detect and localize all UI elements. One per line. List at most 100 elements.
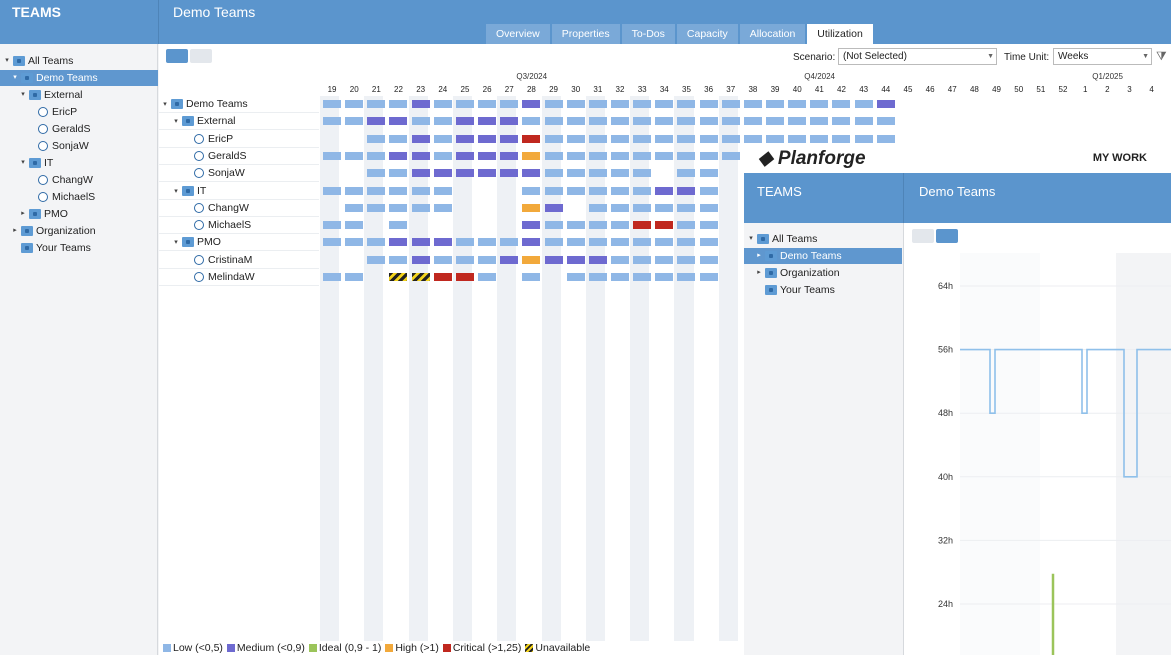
tab-capacity[interactable]: Capacity <box>676 24 738 44</box>
utilization-cell[interactable] <box>323 238 341 247</box>
utilization-cell[interactable] <box>544 151 563 160</box>
utilization-cell[interactable] <box>633 238 652 247</box>
utilization-cell[interactable] <box>566 100 585 108</box>
utilization-cell[interactable] <box>655 203 674 212</box>
utilization-cell[interactable] <box>455 255 474 264</box>
utilization-cell[interactable] <box>367 117 386 126</box>
chevron-down-icon[interactable]: ▾ <box>11 70 19 86</box>
utilization-cell[interactable] <box>433 273 452 281</box>
tree-item-demo-teams[interactable]: ▾ Demo Teams <box>0 70 158 86</box>
utilization-cell[interactable] <box>810 100 829 108</box>
utilization-cell[interactable] <box>433 100 452 108</box>
utilization-cell[interactable] <box>455 169 474 178</box>
utilization-cell[interactable] <box>389 203 408 212</box>
utilization-cell[interactable] <box>478 255 497 264</box>
tree-item-sonjaw[interactable]: SonjaW <box>27 138 89 154</box>
utilization-cell[interactable] <box>633 169 652 178</box>
utilization-cell[interactable] <box>633 134 652 143</box>
utilization-cell[interactable] <box>610 134 629 143</box>
utilization-cell[interactable] <box>699 169 718 178</box>
utilization-cell[interactable] <box>478 238 497 247</box>
chevron-down-icon[interactable]: ▾ <box>3 53 11 69</box>
utilization-cell[interactable] <box>478 151 497 160</box>
utilization-cell[interactable] <box>411 273 430 281</box>
utilization-cell[interactable] <box>411 255 430 264</box>
chevron-down-icon[interactable]: ▾ <box>172 187 180 195</box>
utilization-cell[interactable] <box>610 151 629 160</box>
utilization-cell[interactable] <box>455 238 474 247</box>
utilization-cell[interactable] <box>345 221 364 230</box>
utilization-cell[interactable] <box>677 169 696 178</box>
utilization-cell[interactable] <box>655 255 674 264</box>
my-work-link[interactable]: MY WORK <box>1093 152 1147 164</box>
utilization-cell[interactable] <box>544 238 563 247</box>
chevron-down-icon[interactable]: ▾ <box>747 231 755 247</box>
tab-allocation[interactable]: Allocation <box>739 24 806 44</box>
utilization-cell[interactable] <box>766 134 784 143</box>
tree-item-your-teams[interactable]: Your Teams <box>11 240 91 256</box>
utilization-cell[interactable] <box>655 117 674 126</box>
utilization-cell[interactable] <box>411 238 430 247</box>
utilization-cell[interactable] <box>677 273 696 281</box>
utilization-cell[interactable] <box>677 255 696 264</box>
utilization-cell[interactable] <box>566 238 585 247</box>
chevron-down-icon[interactable]: ▾ <box>19 155 27 171</box>
utilization-cell[interactable] <box>655 221 674 230</box>
utilization-cell[interactable] <box>633 221 652 230</box>
utilization-cell[interactable] <box>677 186 696 195</box>
utilization-cell[interactable] <box>788 134 807 143</box>
utilization-cell[interactable] <box>743 134 762 143</box>
utilization-cell[interactable] <box>522 117 541 126</box>
utilization-cell[interactable] <box>588 221 607 230</box>
utilization-cell[interactable] <box>323 117 341 126</box>
utilization-cell[interactable] <box>345 151 364 160</box>
utilization-cell[interactable] <box>810 134 829 143</box>
utilization-cell[interactable] <box>743 100 762 108</box>
utilization-cell[interactable] <box>389 169 408 178</box>
utilization-cell[interactable] <box>522 100 541 108</box>
utilization-cell[interactable] <box>610 186 629 195</box>
utilization-cell[interactable] <box>699 221 718 230</box>
utilization-cell[interactable] <box>478 100 497 108</box>
utilization-cell[interactable] <box>345 100 364 108</box>
tree-item-changw[interactable]: ChangW <box>27 172 93 188</box>
utilization-cell[interactable] <box>655 238 674 247</box>
utilization-cell[interactable] <box>389 117 408 126</box>
utilization-cell[interactable] <box>677 134 696 143</box>
utilization-cell[interactable] <box>433 117 452 126</box>
utilization-cell[interactable] <box>633 100 652 108</box>
utilization-cell[interactable] <box>566 186 585 195</box>
tree-item-ericp[interactable]: EricP <box>27 104 77 120</box>
utilization-cell[interactable] <box>367 100 386 108</box>
utilization-cell[interactable] <box>544 100 563 108</box>
chevron-right-icon[interactable]: ▸ <box>755 248 763 264</box>
utilization-cell[interactable] <box>766 117 784 126</box>
utilization-cell[interactable] <box>455 100 474 108</box>
utilization-cell[interactable] <box>633 186 652 195</box>
utilization-cell[interactable] <box>876 100 895 108</box>
utilization-cell[interactable] <box>655 186 674 195</box>
utilization-cell[interactable] <box>433 203 452 212</box>
utilization-cell[interactable] <box>610 117 629 126</box>
chevron-down-icon[interactable]: ▾ <box>161 100 169 108</box>
utilization-cell[interactable] <box>566 117 585 126</box>
utilization-cell[interactable] <box>367 255 386 264</box>
utilization-cell[interactable] <box>455 151 474 160</box>
utilization-cell[interactable] <box>721 117 740 126</box>
utilization-cell[interactable] <box>544 186 563 195</box>
utilization-cell[interactable] <box>345 238 364 247</box>
utilization-cell[interactable] <box>522 134 541 143</box>
utilization-cell[interactable] <box>367 134 386 143</box>
utilization-cell[interactable] <box>389 134 408 143</box>
utilization-cell[interactable] <box>876 117 895 126</box>
tree-item-geralds[interactable]: GeraldS <box>27 121 91 137</box>
utilization-cell[interactable] <box>433 186 452 195</box>
utilization-cell[interactable] <box>522 238 541 247</box>
utilization-cell[interactable] <box>588 273 607 281</box>
utilization-cell[interactable] <box>522 273 541 281</box>
utilization-cell[interactable] <box>544 169 563 178</box>
utilization-cell[interactable] <box>433 255 452 264</box>
utilization-cell[interactable] <box>699 273 718 281</box>
utilization-cell[interactable] <box>544 221 563 230</box>
utilization-cell[interactable] <box>478 273 497 281</box>
